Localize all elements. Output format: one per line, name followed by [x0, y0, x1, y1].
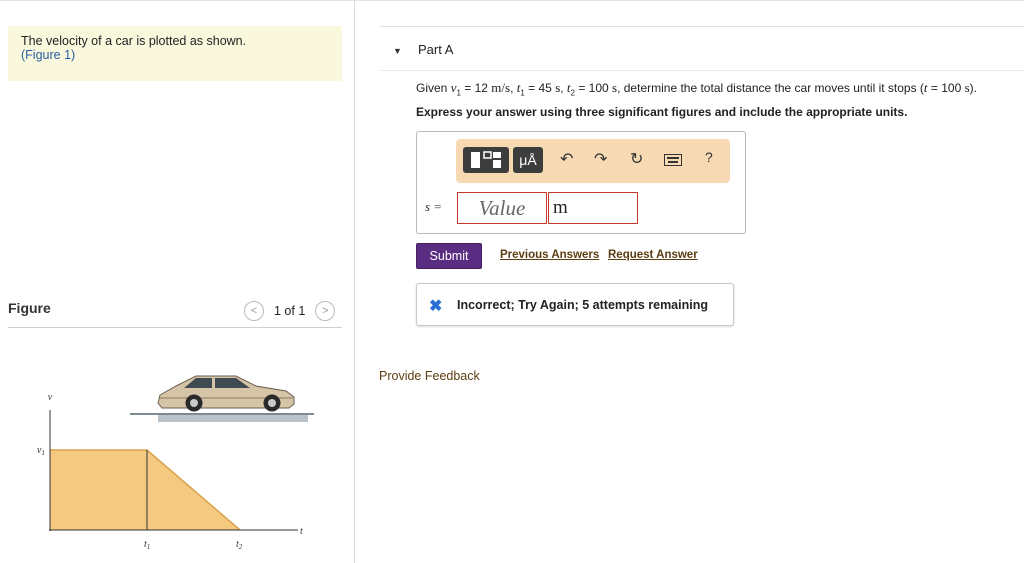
keyboard-icon[interactable]: [664, 153, 682, 171]
part-a-rule: [380, 26, 1024, 27]
v1-label: v1: [37, 445, 45, 457]
undo-icon[interactable]: ↶: [560, 149, 573, 169]
submit-button[interactable]: Submit: [416, 243, 482, 269]
velocity-area: [50, 450, 240, 530]
t1-tick-label: t1: [144, 539, 150, 551]
figure-heading: Figure: [8, 300, 51, 316]
unit-input[interactable]: [548, 192, 638, 224]
car-icon: [157, 375, 295, 412]
math-toolbar: μÅ ↶ ↷ ↻ ?: [456, 139, 730, 183]
chevron-left-icon[interactable]: <: [244, 301, 264, 321]
problem-statement: The velocity of a car is plotted as show…: [8, 26, 342, 81]
previous-answers-link[interactable]: Previous Answers: [500, 249, 599, 261]
variable-label: s =: [425, 199, 443, 214]
reset-icon[interactable]: ↻: [630, 149, 643, 169]
v-axis-label: v: [48, 392, 53, 403]
problem-sentence: The velocity of a car is plotted as show…: [21, 34, 247, 48]
x-icon: ✖: [429, 298, 443, 315]
figure-link[interactable]: (Figure 1): [21, 48, 246, 62]
request-answer-link[interactable]: Request Answer: [608, 249, 698, 261]
answer-instruction: Express your answer using three signific…: [416, 105, 908, 119]
part-a-title: Part A: [418, 42, 454, 57]
t2-tick-label: t2: [236, 539, 243, 551]
problem-text: The velocity of a car is plotted as show…: [21, 34, 246, 62]
pane-divider: [354, 0, 355, 563]
provide-feedback-link[interactable]: Provide Feedback: [379, 369, 480, 383]
feedback-alert: ✖ Incorrect; Try Again; 5 attempts remai…: [416, 283, 734, 326]
feedback-message: Incorrect; Try Again; 5 attempts remaini…: [457, 298, 708, 312]
value-input[interactable]: [457, 192, 547, 224]
road-gravel: [158, 415, 308, 422]
redo-icon[interactable]: ↷: [594, 149, 607, 169]
pager-count: 1 of 1: [274, 304, 306, 318]
velocity-figure: v v1 t t1 t2: [37, 375, 314, 551]
t-axis-label: t: [300, 526, 303, 537]
figure-pager: < 1 of 1 >: [244, 300, 336, 322]
question-given: Given v1 = 12 m/s, t1 = 45 s, t2 = 100 s…: [416, 80, 977, 98]
part-a-header[interactable]: ▼ Part A: [380, 42, 1024, 71]
collapse-triangle-icon[interactable]: ▼: [393, 46, 402, 56]
chevron-right-icon[interactable]: >: [315, 301, 336, 321]
help-button[interactable]: ?: [705, 149, 713, 165]
template-icon[interactable]: [463, 147, 509, 173]
figure-rule: [8, 327, 342, 328]
units-button[interactable]: μÅ: [513, 147, 543, 173]
road-line: [130, 413, 314, 415]
top-rule: [0, 0, 1024, 1]
